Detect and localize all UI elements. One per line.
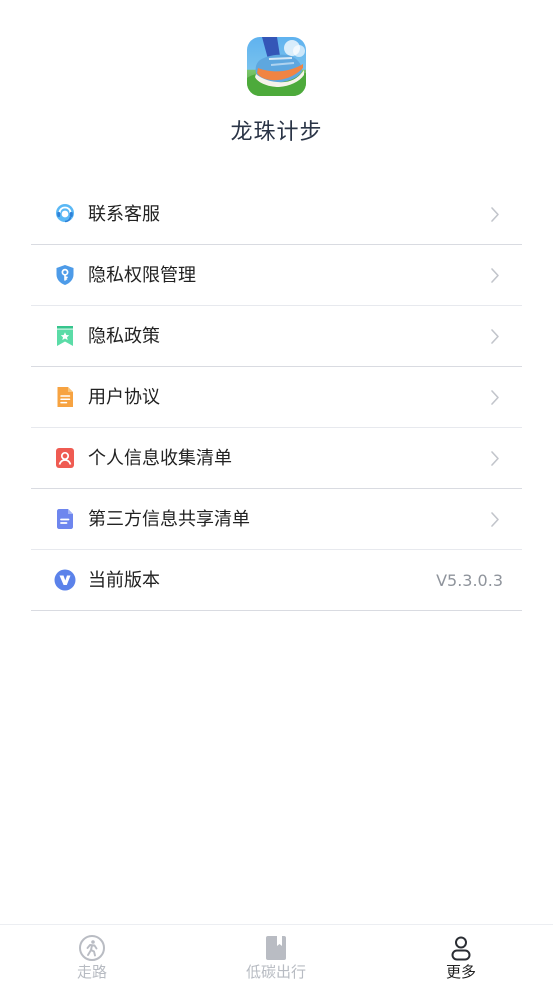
menu-item-label: 隐私权限管理 xyxy=(88,265,196,286)
chevron-right-icon xyxy=(491,329,499,344)
tab-low-carbon-travel[interactable]: 低碳出行 xyxy=(184,925,368,985)
menu-item-privacy-permission[interactable]: 隐私权限管理 xyxy=(31,245,522,306)
tab-label: 更多 xyxy=(445,963,476,981)
document-icon xyxy=(57,387,73,407)
walking-person-icon xyxy=(79,935,105,961)
bottom-tab-bar: 走路 低碳出行 更多 xyxy=(0,924,553,984)
settings-menu: 联系客服 隐私权限管理 隐私政策 用户协议 个人信息收集清单 第三方信息共享清单… xyxy=(31,184,522,611)
menu-item-contact-service[interactable]: 联系客服 xyxy=(31,184,522,245)
chevron-right-icon xyxy=(491,451,499,466)
version-number: V5.3.0.3 xyxy=(436,571,503,590)
tab-walk[interactable]: 走路 xyxy=(0,925,184,985)
menu-item-label: 第三方信息共享清单 xyxy=(88,509,250,530)
menu-item-third-party-sharing[interactable]: 第三方信息共享清单 xyxy=(31,489,522,550)
chevron-right-icon xyxy=(491,268,499,283)
user-icon xyxy=(451,936,471,961)
menu-item-privacy-policy[interactable]: 隐私政策 xyxy=(31,306,522,367)
tab-label: 低碳出行 xyxy=(245,963,306,981)
version-v-icon xyxy=(54,569,76,591)
chevron-right-icon xyxy=(491,207,499,222)
menu-item-label: 联系客服 xyxy=(88,204,160,225)
menu-item-current-version[interactable]: 当前版本 V5.3.0.3 xyxy=(31,550,522,611)
shield-key-icon xyxy=(56,265,74,285)
book-icon xyxy=(266,936,286,960)
chevron-right-icon xyxy=(491,512,499,527)
menu-item-label: 用户协议 xyxy=(88,387,160,408)
app-logo-icon xyxy=(247,37,306,96)
menu-item-label: 个人信息收集清单 xyxy=(88,448,232,469)
menu-item-label: 隐私政策 xyxy=(88,326,160,347)
menu-item-user-agreement[interactable]: 用户协议 xyxy=(31,367,522,428)
menu-item-label: 当前版本 xyxy=(88,570,160,591)
app-name: 龙珠计步 xyxy=(230,120,323,145)
bookmark-star-icon xyxy=(57,326,73,346)
chevron-right-icon xyxy=(491,390,499,405)
headset-icon xyxy=(56,204,74,223)
menu-item-personal-info-list[interactable]: 个人信息收集清单 xyxy=(31,428,522,489)
person-card-icon xyxy=(56,448,74,468)
tab-more[interactable]: 更多 xyxy=(369,925,553,985)
app-header: 龙珠计步 xyxy=(0,0,553,170)
tab-label: 走路 xyxy=(76,963,107,981)
list-doc-icon xyxy=(57,509,73,529)
